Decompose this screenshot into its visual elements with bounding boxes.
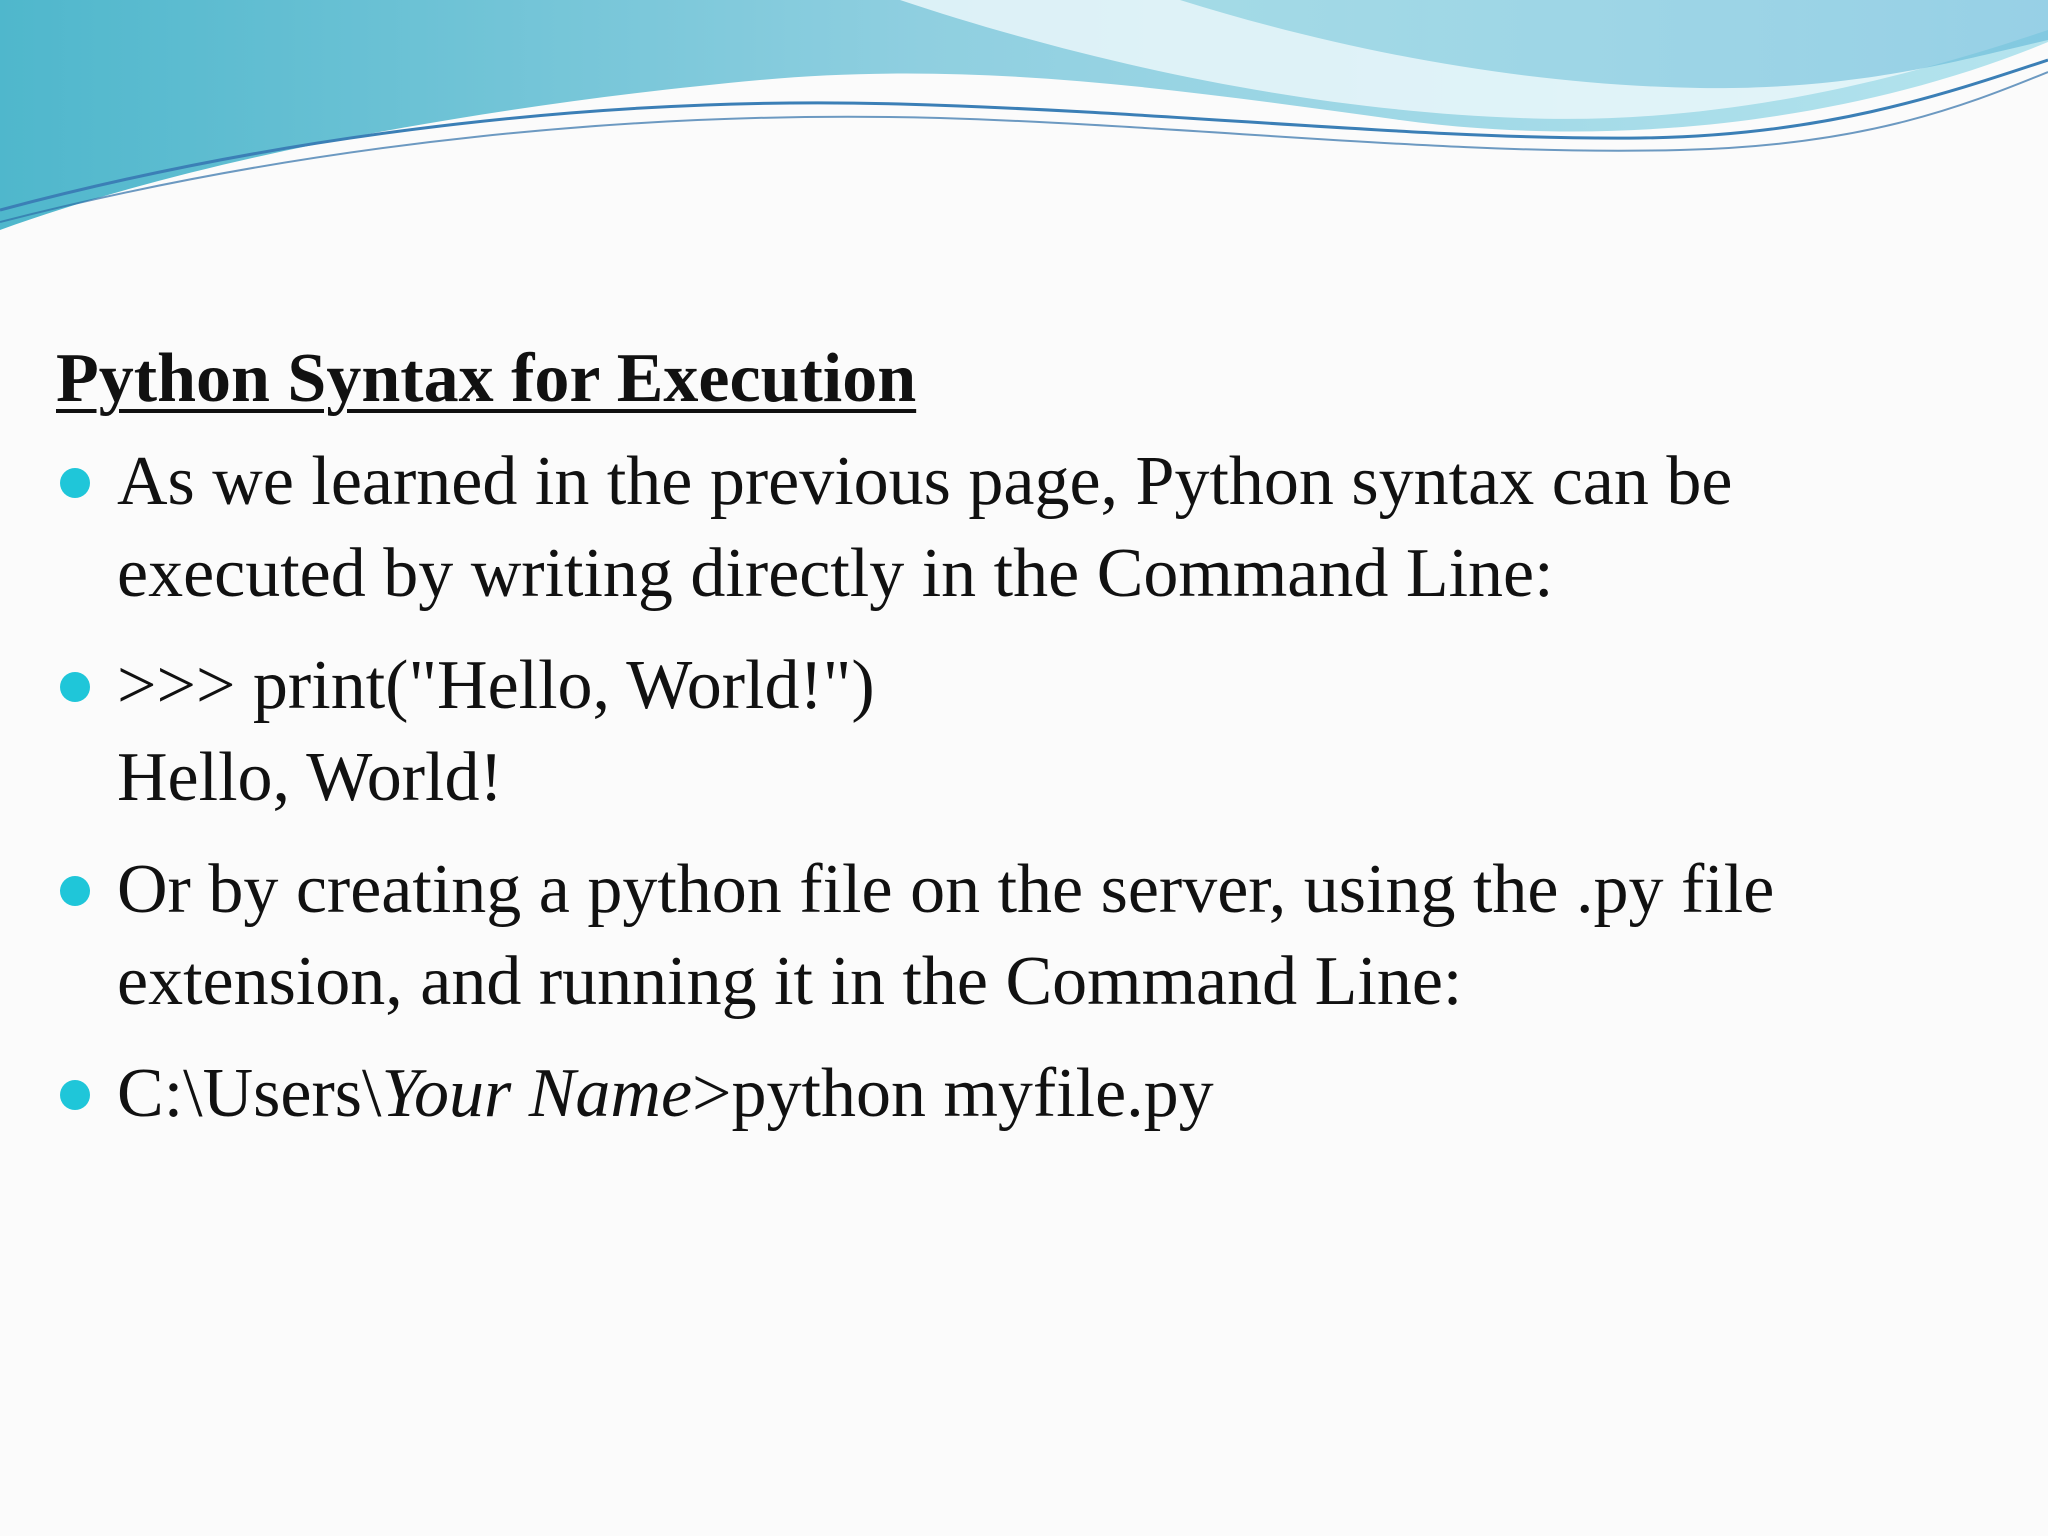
bullet-dot-icon [60,672,90,702]
bullet-item: C:\Users\Your Name>python myfile.py [56,1048,2016,1140]
bullet-item: As we learned in the previous page, Pyth… [56,436,2016,620]
python-command: >python myfile.py [692,1055,1214,1132]
bullet-text-line: Or by creating a python file on the serv… [117,851,1775,928]
bullet-text-line: As we learned in the previous page, Pyth… [117,443,1733,520]
bullet-text-line: extension, and running it in the Command… [117,943,1463,1020]
slide: Python Syntax for Execution As we learne… [0,0,2048,1536]
path-prefix: C:\Users\ [117,1055,382,1132]
bullet-dot-icon [60,1080,90,1110]
bullet-dot-icon [60,468,90,498]
bullet-text-line: executed by writing directly in the Comm… [117,535,1554,612]
slide-content: Python Syntax for Execution As we learne… [56,330,2016,1160]
user-name-placeholder: Your Name [381,1055,693,1132]
decorative-wave-header [0,0,2048,230]
bullet-dot-icon [60,876,90,906]
code-output-line: Hello, World! [117,739,503,816]
command-path-line: C:\Users\Your Name>python myfile.py [117,1048,2016,1140]
code-command-line: >>> print("Hello, World!") [117,647,875,724]
slide-heading: Python Syntax for Execution [56,340,917,417]
bullet-item: Or by creating a python file on the serv… [56,844,2016,1028]
bullet-item: >>> print("Hello, World!") Hello, World! [56,640,2016,824]
bullet-list: As we learned in the previous page, Pyth… [56,436,2016,1140]
